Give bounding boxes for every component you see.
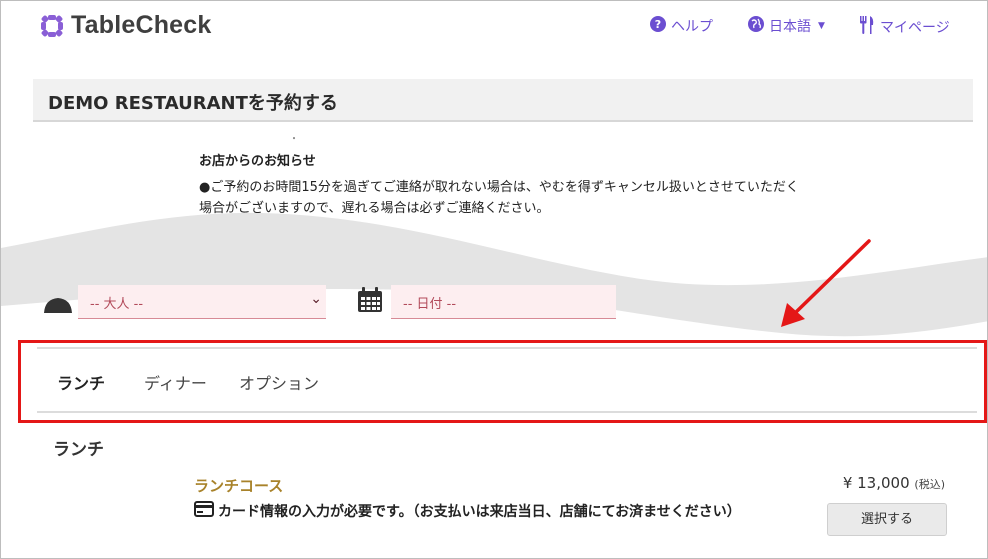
brand-logo[interactable]: TableCheck (41, 11, 211, 40)
nav-help-link[interactable]: ? ヘルプ (650, 16, 713, 36)
nav-mypage-link[interactable]: マイページ (859, 16, 950, 38)
date-value: -- 日付 -- (403, 297, 457, 312)
price-value: ¥ 13,000 (842, 474, 910, 492)
svg-text:?: ? (655, 18, 661, 31)
wave-background (1, 212, 987, 337)
credit-card-icon (194, 501, 214, 521)
section-title: ランチ (53, 440, 104, 460)
course-name-link[interactable]: ランチコース (194, 475, 283, 496)
help-icon: ? (650, 16, 666, 36)
notice-dot: ・ (289, 134, 299, 145)
browser-frame: TableCheck ? ヘルプ 日本語 ▼ マイページ DEMO RESTAU… (0, 0, 988, 559)
nav-language-label: 日本語 (769, 19, 811, 35)
chevron-down-icon: ⌄ (310, 291, 322, 307)
party-size-select[interactable]: -- 大人 -- ⌄ (78, 285, 326, 319)
calendar-icon (357, 287, 383, 317)
notice-body: ●ご予約のお時間15分を過ぎてご連絡が取れない場合は、やむを得ずキャンセル扱いと… (199, 180, 799, 216)
price-tax-note: (税込) (914, 478, 945, 491)
person-icon (44, 297, 72, 317)
top-header: TableCheck ? ヘルプ 日本語 ▼ マイページ (1, 1, 987, 53)
card-note-text: カード情報の入力が必要です。（お支払いは来店当日、店舗にてお済ませください） (218, 504, 741, 520)
nav-help-label: ヘルプ (671, 19, 713, 35)
tab-option[interactable]: オプション (239, 370, 319, 394)
tab-lunch[interactable]: ランチ (57, 370, 105, 394)
nav-mypage-label: マイページ (880, 20, 950, 36)
page-title-bar: DEMO RESTAURANTを予約する (33, 79, 973, 122)
meal-tabs: ランチ ディナー オプション (37, 347, 977, 413)
date-select[interactable]: -- 日付 -- (391, 285, 616, 319)
page-title: DEMO RESTAURANTを予約する (48, 93, 338, 114)
select-course-button[interactable]: 選択する (827, 503, 947, 536)
nav-language-dropdown[interactable]: 日本語 ▼ (748, 16, 825, 36)
tab-dinner[interactable]: ディナー (144, 370, 207, 394)
chevron-down-icon: ▼ (818, 21, 825, 31)
party-size-value: -- 大人 -- (90, 297, 144, 312)
brand-name: TableCheck (71, 11, 212, 39)
globe-icon (748, 16, 764, 36)
notice-heading: お店からのお知らせ (199, 154, 316, 169)
fork-knife-icon (859, 16, 875, 38)
logo-icon (41, 14, 63, 37)
course-price: ¥ 13,000 (税込) (843, 474, 945, 492)
card-required-note: カード情報の入力が必要です。（お支払いは来店当日、店舗にてお済ませください） (194, 501, 741, 521)
